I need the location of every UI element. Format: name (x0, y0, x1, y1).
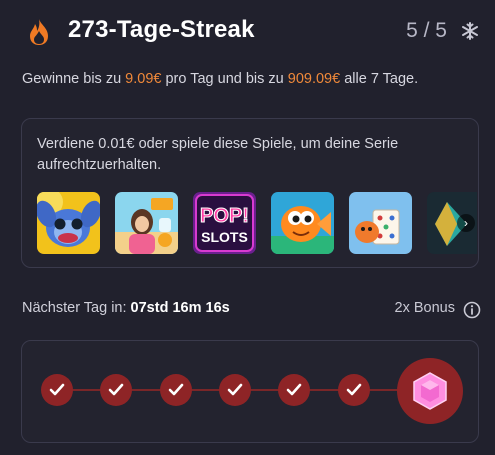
completed-day-marker (160, 374, 192, 406)
next-day-countdown: Nächster Tag in: 07std 16m 16s (22, 300, 230, 316)
countdown-value: 07std 16m 16s (130, 300, 230, 316)
carousel-next-button[interactable]: › (457, 214, 475, 232)
game-thumbnail[interactable] (349, 192, 412, 254)
pop-slots-logo-text: SLOTS (201, 229, 248, 245)
games-card-text: Verdiene 0.01€ oder spiele diese Spiele,… (37, 136, 399, 173)
checkmark-icon (346, 383, 362, 396)
checkmark-icon (49, 383, 65, 396)
completed-day-marker (338, 374, 370, 406)
game-thumbnail[interactable]: POP! SLOTS (193, 192, 256, 254)
completed-day-marker (41, 374, 73, 406)
game-thumbnail[interactable] (37, 192, 100, 254)
completed-day-marker (278, 374, 310, 406)
checkmark-icon (168, 383, 184, 396)
bonus-label: 2x Bonus (394, 300, 455, 316)
final-day-reward (397, 358, 463, 424)
flame-icon (30, 19, 48, 45)
description-text: Gewinne bis zu (22, 71, 126, 87)
chevron-right-icon: › (464, 216, 468, 230)
checkmark-icon (227, 383, 243, 396)
game-thumbnail[interactable] (271, 192, 334, 254)
checkmark-icon (286, 383, 302, 396)
daily-amount: 9.09€ (125, 71, 162, 87)
game-thumbnail[interactable] (115, 192, 178, 254)
reward-description: Gewinne bis zu 9.09€ pro Tag und bis zu … (22, 71, 418, 87)
pop-slots-logo-text: POP! (200, 205, 249, 227)
description-text: alle 7 Tage. (340, 71, 419, 87)
checkmark-icon (108, 383, 124, 396)
weekly-amount: 909.09€ (287, 71, 341, 87)
page-title: 273-Tage-Streak (68, 16, 255, 43)
completed-day-marker (100, 374, 132, 406)
gem-icon (413, 372, 447, 410)
completed-day-marker (219, 374, 251, 406)
description-text: pro Tag und bis zu (161, 71, 288, 87)
games-card: Verdiene 0.01€ oder spiele diese Spiele,… (21, 118, 479, 268)
streak-header: 273-Tage-Streak 5 / 5 (0, 0, 495, 64)
streak-freeze-count: 5 / 5 (406, 19, 447, 42)
snowflake-icon[interactable] (461, 22, 479, 40)
countdown-label: Nächster Tag in: (22, 300, 131, 316)
games-carousel: POP! SLOTS › (37, 192, 477, 254)
info-icon[interactable] (463, 301, 481, 319)
